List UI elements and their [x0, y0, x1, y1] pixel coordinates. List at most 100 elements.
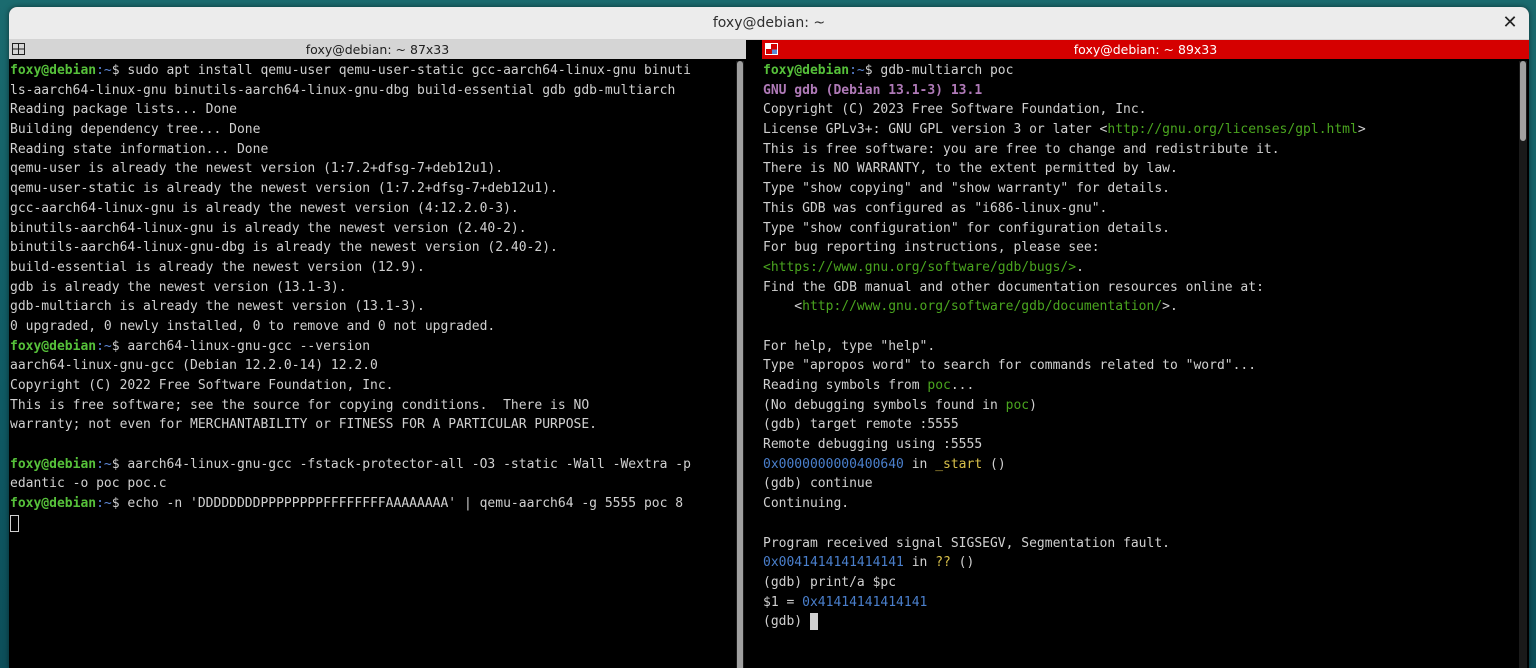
close-icon[interactable]: ✕: [1501, 14, 1519, 32]
terminal-line: Type "apropos word" to search for comman…: [763, 356, 1517, 376]
terminal-line: foxy@debian:~$ aarch64-linux-gnu-gcc -fs…: [10, 455, 734, 475]
terminal-line: binutils-aarch64-linux-gnu is already th…: [10, 219, 734, 239]
terminal-line: (No debugging symbols found in poc): [763, 396, 1517, 416]
terminal-text: Copyright (C) 2022 Free Software Foundat…: [10, 378, 394, 393]
terminal-window: foxy@debian: ~ ✕ foxy@debian: ~ 87x33 fo…: [9, 7, 1529, 668]
terminal-text: Continuing.: [763, 496, 850, 512]
terminal-line: Program received signal SIGSEGV, Segment…: [763, 534, 1517, 554]
terminal-line: Copyright (C) 2022 Free Software Foundat…: [10, 376, 734, 396]
split-pane-icon[interactable]: [11, 43, 25, 56]
terminal-text: Type "show copying" and "show warranty" …: [763, 181, 1170, 197]
terminal-line: aarch64-linux-gnu-gcc (Debian 12.2.0-14)…: [10, 356, 734, 376]
terminal-text: edantic -o poc poc.c: [10, 476, 167, 492]
terminal-line: (gdb) continue: [763, 474, 1517, 494]
terminal-text: Type "apropos word" to search for comman…: [763, 358, 1257, 374]
terminal-text: (gdb): [763, 614, 810, 630]
left-pane-header[interactable]: foxy@debian: ~ 87x33: [9, 40, 746, 59]
addr: 0x0000000000400640: [763, 456, 904, 472]
terminal-line: Building dependency tree... Done: [10, 120, 734, 140]
terminal-line: foxy@debian:~$ sudo apt install qemu-use…: [10, 61, 734, 81]
terminal-line: Continuing.: [763, 494, 1517, 514]
terminal-text: (): [982, 456, 1006, 472]
terminal-cursor: [10, 514, 19, 532]
terminal-text: (): [950, 555, 975, 571]
terminal-line: foxy@debian:~$ gdb-multiarch poc: [763, 61, 1517, 81]
terminal-line: 0x0000000000400640 in _start (): [763, 455, 1517, 475]
right-terminal-pane[interactable]: foxy@debian: ~ 89x33 foxy@debian:~$ gdb-…: [762, 40, 1529, 668]
terminal-text: For bug reporting instructions, please s…: [763, 240, 1100, 256]
terminal-line: foxy@debian:~$ aarch64-linux-gnu-gcc --v…: [10, 337, 734, 357]
right-scroll-thumb[interactable]: [1520, 61, 1526, 141]
terminal-text: Copyright (C) 2023 Free Software Foundat…: [763, 102, 1147, 118]
terminal-text: $ sudo apt install qemu-user qemu-user-s…: [111, 63, 691, 78]
terminal-text: gdb is already the newest version (13.1-…: [10, 279, 347, 295]
url: http://www.gnu.org/software/gdb/document…: [802, 299, 1163, 315]
addr: 0x41414141414141: [802, 594, 928, 610]
terminal-text: (gdb) print/a $pc: [763, 574, 897, 590]
window-titlebar[interactable]: foxy@debian: ~ ✕: [9, 7, 1529, 40]
right-terminal-output[interactable]: foxy@debian:~$ gdb-multiarch poc GNU gdb …: [763, 61, 1517, 668]
terminal-text: This GDB was configured as "i686-linux-g…: [763, 200, 1108, 216]
terminal-line: foxy@debian:~$ echo -n 'DDDDDDDDPPPPPPPP…: [10, 494, 734, 514]
right-pane-title: foxy@debian: ~ 89x33: [1073, 42, 1218, 57]
url: <https://www.gnu.org/software/gdb/bugs/>: [763, 259, 1077, 275]
terminal-text: Remote debugging using :5555: [763, 437, 983, 453]
file: poc: [1005, 397, 1030, 413]
terminal-line: GNU gdb (Debian 13.1-3) 13.1: [763, 81, 1517, 101]
terminal-line: Find the GDB manual and other documentat…: [763, 278, 1517, 298]
terminal-line: [10, 514, 734, 534]
terminal-text: gcc-aarch64-linux-gnu is already the new…: [10, 200, 519, 216]
fn: _start: [935, 456, 983, 472]
left-scrollbar[interactable]: [736, 61, 744, 668]
left-terminal-pane[interactable]: foxy@debian: ~ 87x33 foxy@debian:~$ sudo…: [9, 40, 746, 668]
right-pane-header[interactable]: foxy@debian: ~ 89x33: [762, 40, 1529, 59]
terminal-line: gdb is already the newest version (13.1-…: [10, 278, 734, 298]
prompt-path: :~: [96, 496, 112, 512]
terminal-text: $ aarch64-linux-gnu-gcc -fstack-protecto…: [111, 456, 691, 472]
terminal-text: qemu-user-static is already the newest v…: [10, 181, 558, 197]
terminal-line: qemu-user-static is already the newest v…: [10, 179, 734, 199]
terminal-line: (gdb): [763, 612, 1517, 632]
terminal-text: This is free software: you are free to c…: [763, 141, 1280, 157]
terminal-line: edantic -o poc poc.c: [10, 474, 734, 494]
terminal-text: <: [763, 299, 803, 315]
terminal-line: $1 = 0x41414141414141: [763, 593, 1517, 613]
addr: 0x0041414141414141: [763, 555, 904, 571]
prompt-user: foxy@debian: [763, 63, 850, 78]
right-scrollbar[interactable]: [1519, 61, 1527, 668]
terminal-text: build-essential is already the newest ve…: [10, 259, 425, 275]
terminal-line: This is free software; see the source fo…: [10, 396, 734, 416]
prompt-user: foxy@debian: [10, 338, 97, 354]
terminal-text: Find the GDB manual and other documentat…: [763, 279, 1264, 295]
terminal-text: Reading state information... Done: [10, 141, 269, 157]
terminal-line: warranty; not even for MERCHANTABILITY o…: [10, 415, 734, 435]
terminal-line: ls-aarch64-linux-gnu binutils-aarch64-li…: [10, 81, 734, 101]
fn: ??: [935, 555, 951, 571]
terminal-text: ls-aarch64-linux-gnu binutils-aarch64-li…: [10, 82, 676, 98]
terminal-line: 0x0041414141414141 in ?? (): [763, 553, 1517, 573]
prompt-user: foxy@debian: [10, 456, 97, 472]
terminal-text: ...: [950, 378, 975, 393]
terminal-line: (gdb) target remote :5555: [763, 415, 1517, 435]
terminal-text: Reading package lists... Done: [10, 102, 237, 118]
terminal-text: (gdb) target remote :5555: [763, 417, 959, 433]
terminal-text: >: [1357, 122, 1366, 138]
split-pane-icon[interactable]: [764, 43, 778, 56]
terminal-text: (gdb) continue: [763, 476, 873, 492]
url: http://gnu.org/licenses/gpl.html: [1107, 122, 1358, 138]
terminal-text: Reading symbols from: [763, 378, 928, 393]
terminal-line: Reading symbols from poc...: [763, 376, 1517, 396]
terminal-line: Type "show configuration" for configurat…: [763, 219, 1517, 239]
prompt-path: :~: [96, 338, 112, 354]
prompt-path: :~: [96, 63, 112, 78]
terminal-cursor: [809, 613, 818, 631]
terminal-text: For help, type "help".: [763, 338, 936, 354]
left-terminal-output[interactable]: foxy@debian:~$ sudo apt install qemu-use…: [10, 61, 734, 668]
g-title: GNU gdb (Debian 13.1-3) 13.1: [763, 82, 983, 98]
left-scroll-thumb[interactable]: [737, 61, 743, 668]
terminal-line: qemu-user is already the newest version …: [10, 159, 734, 179]
terminal-line: Copyright (C) 2023 Free Software Foundat…: [763, 100, 1517, 120]
terminal-text: warranty; not even for MERCHANTABILITY o…: [10, 417, 597, 433]
terminal-line: Type "show copying" and "show warranty" …: [763, 179, 1517, 199]
